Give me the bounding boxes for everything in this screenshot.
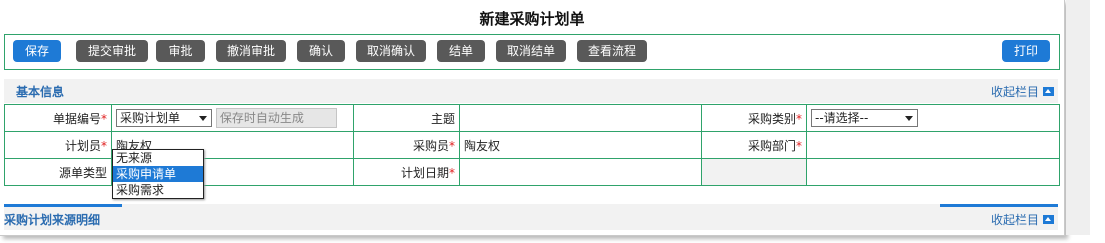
dropdown-option[interactable]: 采购申请单 [113, 166, 203, 182]
doc-no-type-select[interactable]: 采购计划单 [116, 109, 212, 127]
planner-label: 计划员* [4, 131, 112, 159]
close-order-button[interactable]: 结单 [437, 40, 485, 62]
empty-label-cell [701, 158, 807, 186]
doc-no-label: 单据编号* [4, 104, 112, 132]
page-frame: 新建采购计划单 保存 提交审批 审批 撤消审批 确认 取消确认 结单 取消结单 … [0, 0, 1065, 236]
view-flow-button[interactable]: 查看流程 [577, 40, 647, 62]
chevron-down-icon [903, 111, 915, 125]
source-type-dropdown: 无来源 采购申请单 采购需求 [112, 149, 204, 199]
detail-section-header: 采购计划来源明细 收起栏目 [4, 204, 1058, 230]
chevron-down-icon [197, 111, 209, 125]
detail-collapse-toggle[interactable]: 收起栏目 [991, 211, 1054, 228]
plan-date-label: 计划日期* [353, 158, 460, 186]
cancel-approval-button[interactable]: 撤消审批 [216, 40, 286, 62]
purchaser-value[interactable]: 陶友权 [459, 131, 702, 159]
subject-label: 主题 [353, 104, 460, 132]
source-type-label: 源单类型 [4, 158, 112, 186]
purchase-type-cell: --请选择-- [806, 104, 1060, 132]
confirm-button[interactable]: 确认 [297, 40, 345, 62]
toolbar: 保存 提交审批 审批 撤消审批 确认 取消确认 结单 取消结单 查看流程 打印 [4, 34, 1060, 70]
basic-info-header: 基本信息 收起栏目 [4, 79, 1058, 103]
plan-date-input[interactable] [459, 158, 702, 186]
collapse-label: 收起栏目 [990, 213, 1039, 227]
purchase-dept-input[interactable] [806, 131, 1060, 159]
submit-approval-button[interactable]: 提交审批 [76, 40, 148, 62]
collapse-label: 收起栏目 [990, 85, 1039, 99]
basic-info-collapse-toggle[interactable]: 收起栏目 [991, 83, 1054, 100]
doc-no-cell: 采购计划单 保存时自动生成 [111, 104, 354, 132]
purchase-type-select[interactable]: --请选择-- [811, 109, 918, 127]
cancel-close-button[interactable]: 取消结单 [496, 40, 566, 62]
collapse-up-icon [1043, 87, 1054, 96]
purchase-type-label: 采购类别* [701, 104, 807, 132]
cancel-confirm-button[interactable]: 取消确认 [356, 40, 426, 62]
subject-input[interactable] [459, 104, 702, 132]
collapse-up-icon [1043, 215, 1054, 224]
tab-indicator [940, 204, 1058, 207]
page-title: 新建采购计划单 [479, 10, 585, 28]
doc-no-input[interactable]: 保存时自动生成 [215, 108, 337, 128]
dropdown-option[interactable]: 采购需求 [113, 182, 203, 198]
approve-button[interactable]: 审批 [156, 40, 205, 62]
save-button[interactable]: 保存 [13, 40, 61, 62]
print-button[interactable]: 打印 [1002, 40, 1050, 62]
basic-info-title: 基本信息 [16, 85, 65, 99]
tab-indicator [4, 204, 122, 207]
scrollbar[interactable] [1066, 0, 1090, 235]
purchaser-label: 采购员* [353, 131, 460, 159]
detail-section-title: 采购计划来源明细 [4, 213, 101, 227]
empty-value-cell [806, 158, 1060, 186]
purchase-dept-label: 采购部门* [701, 131, 807, 159]
dropdown-option[interactable]: 无来源 [113, 150, 203, 166]
